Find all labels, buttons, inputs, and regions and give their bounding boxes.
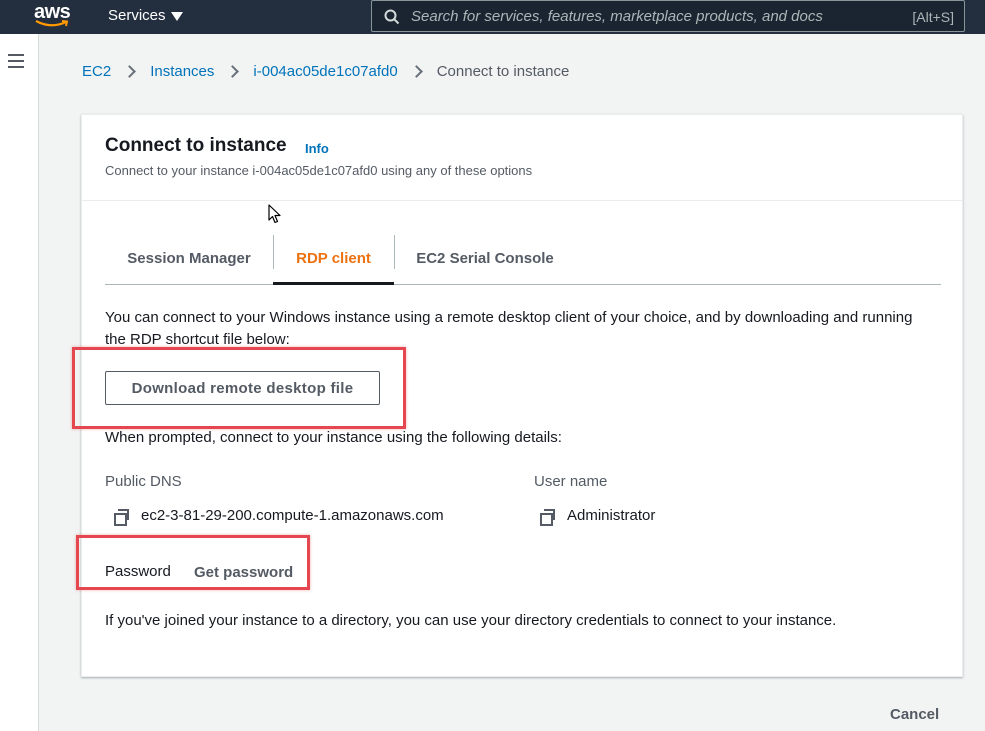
copy-icon[interactable]	[113, 508, 129, 526]
breadcrumb: EC2 Instances i-004ac05de1c07afd0 Connec…	[82, 63, 569, 80]
services-menu-button[interactable]: Services	[108, 7, 183, 24]
directory-credentials-note: If you've joined your instance to a dire…	[105, 612, 837, 629]
services-label: Services	[108, 7, 166, 24]
side-navigation-rail	[0, 34, 39, 731]
copy-icon[interactable]	[539, 508, 555, 526]
breadcrumb-current: Connect to instance	[436, 63, 570, 80]
top-navigation-bar: aws Services Search for services, featur…	[0, 0, 985, 34]
get-password-button[interactable]: Get password	[194, 564, 293, 581]
connection-tabs: Session Manager RDP client EC2 Serial Co…	[105, 233, 941, 285]
breadcrumb-ec2[interactable]: EC2	[82, 63, 111, 80]
breadcrumb-instances[interactable]: Instances	[150, 63, 214, 80]
search-placeholder: Search for services, features, marketpla…	[411, 8, 823, 25]
username-field: Administrator	[539, 507, 656, 526]
search-icon	[384, 9, 400, 25]
search-shortcut-hint: [Alt+S]	[912, 9, 954, 25]
info-link[interactable]: Info	[305, 141, 329, 156]
chevron-right-icon	[409, 65, 423, 78]
cancel-button[interactable]: Cancel	[890, 706, 939, 723]
breadcrumb-instance-id[interactable]: i-004ac05de1c07afd0	[253, 63, 397, 80]
public-dns-field: ec2-3-81-29-200.compute-1.amazonaws.com	[113, 507, 444, 526]
aws-smile-icon	[35, 20, 69, 27]
page-title: Connect to instance	[105, 135, 287, 156]
tab-ec2-serial-console[interactable]: EC2 Serial Console	[394, 233, 576, 284]
public-dns-value: ec2-3-81-29-200.compute-1.amazonaws.com	[141, 507, 444, 524]
username-label: User name	[534, 473, 608, 490]
global-search-bar[interactable]: Search for services, features, marketpla…	[371, 0, 965, 32]
chevron-right-icon	[123, 65, 137, 78]
download-remote-desktop-file-button[interactable]: Download remote desktop file	[105, 371, 380, 405]
menu-hamburger-icon[interactable]	[8, 54, 24, 68]
panel-header: Connect to instance Info Connect to your…	[82, 115, 962, 201]
tab-rdp-client[interactable]: RDP client	[273, 233, 394, 285]
public-dns-label: Public DNS	[105, 473, 182, 490]
chevron-right-icon	[226, 65, 240, 78]
mouse-cursor-icon	[268, 204, 281, 224]
panel-description: Connect to your instance i-004ac05de1c07…	[105, 163, 533, 178]
aws-logo[interactable]: aws	[34, 1, 74, 31]
password-label: Password	[105, 563, 171, 580]
username-value: Administrator	[567, 507, 656, 524]
connect-panel: Connect to instance Info Connect to your…	[81, 114, 963, 677]
rdp-prompt-text: When prompted, connect to your instance …	[105, 429, 562, 446]
caret-down-icon	[170, 11, 183, 21]
tab-session-manager[interactable]: Session Manager	[105, 233, 273, 284]
rdp-intro-text: You can connect to your Windows instance…	[105, 309, 913, 348]
